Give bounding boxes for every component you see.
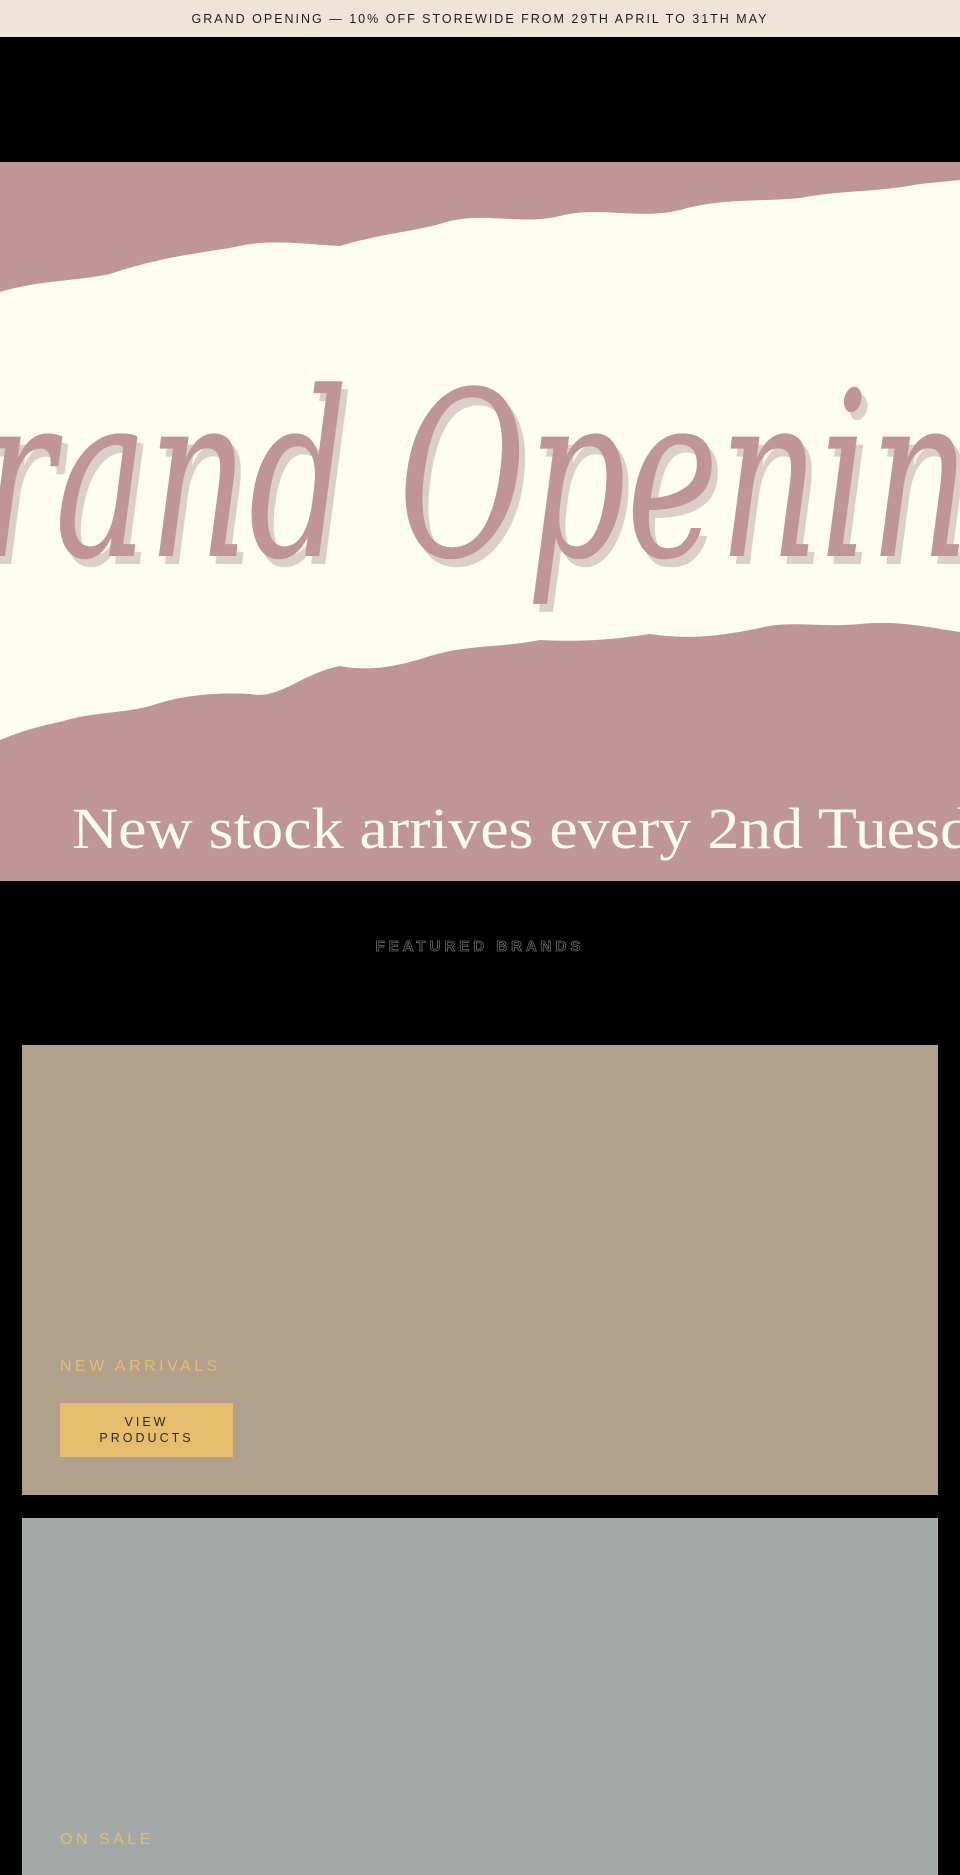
featured-brands-heading: FEATURED BRANDS [375,938,585,956]
collection-tile-new-arrivals[interactable]: NEW ARRIVALS VIEW PRODUCTS [22,1045,938,1495]
collection-heading-new-arrivals: NEW ARRIVALS [60,1358,221,1375]
view-products-button[interactable]: VIEW PRODUCTS [60,1403,233,1457]
collection-heading-on-sale: ON SALE [60,1831,154,1848]
site-header [0,37,960,162]
hero-banner[interactable]: rand Openin rand Openin New stock arrive… [0,162,960,881]
hero-image: rand Openin rand Openin New stock arrive… [0,180,960,861]
hero-tagline: New stock arrives every 2nd Tuesd [72,796,960,861]
hero-script-title: rand Openin [0,344,960,611]
announcement-text: GRAND OPENING — 10% OFF STOREWIDE FROM 2… [191,11,769,26]
collection-tile-on-sale[interactable]: ON SALE [22,1518,938,1875]
announcement-bar: GRAND OPENING — 10% OFF STOREWIDE FROM 2… [0,0,960,37]
view-products-label: VIEW PRODUCTS [99,1415,194,1445]
